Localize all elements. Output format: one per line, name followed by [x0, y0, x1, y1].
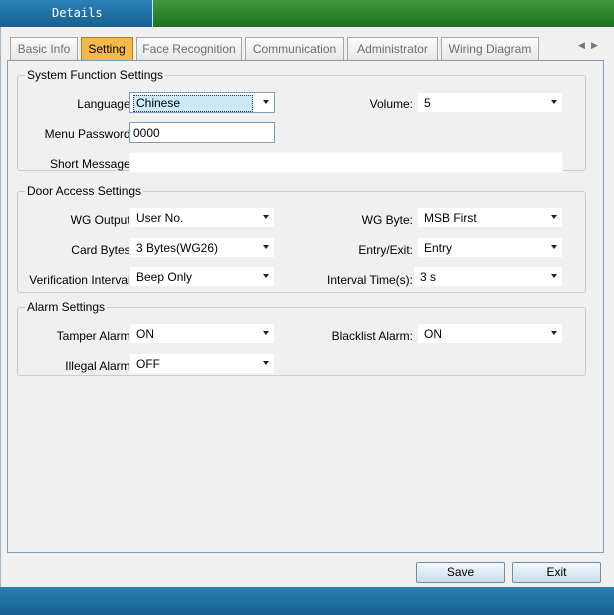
- entry-exit-value: Entry: [424, 241, 453, 255]
- language-label: Language:: [77, 97, 134, 111]
- tamper-alarm-value: ON: [136, 327, 154, 341]
- card-bytes-select[interactable]: 3 Bytes(WG26): [129, 237, 275, 258]
- wg-byte-select[interactable]: MSB First: [417, 207, 563, 228]
- chevron-down-icon: [263, 215, 269, 219]
- tab-face-recognition[interactable]: Face Recognition: [136, 37, 242, 60]
- menu-password-value: 0000: [133, 126, 160, 140]
- card-bytes-label: Card Bytes:: [71, 243, 134, 257]
- blacklist-alarm-label: Blacklist Alarm:: [331, 329, 413, 343]
- tab-scroll-right-icon[interactable]: ▶: [591, 40, 598, 51]
- chevron-down-icon: [263, 100, 269, 104]
- door-access-legend: Door Access Settings: [27, 184, 142, 198]
- window-title-tab: Details: [0, 0, 153, 27]
- tab-scroll-left-icon[interactable]: ◀: [578, 40, 585, 51]
- volume-value: 5: [424, 96, 431, 110]
- card-bytes-value: 3 Bytes(WG26): [136, 241, 219, 255]
- illegal-alarm-select[interactable]: OFF: [129, 353, 275, 374]
- save-button[interactable]: Save: [416, 562, 505, 583]
- menu-password-field[interactable]: 0000: [129, 122, 275, 143]
- tab-communication[interactable]: Communication: [245, 37, 344, 60]
- volume-select[interactable]: 5: [417, 92, 563, 113]
- tab-basic-info[interactable]: Basic Info: [10, 37, 78, 60]
- alarm-settings-group: Alarm Settings Tamper Alarm: ON Blacklis…: [17, 300, 586, 376]
- chevron-down-icon: [551, 331, 557, 335]
- tamper-alarm-label: Tamper Alarm:: [56, 329, 134, 343]
- alarm-settings-legend: Alarm Settings: [27, 300, 106, 314]
- tab-strip: Basic Info Setting Face Recognition Comm…: [8, 37, 604, 61]
- interval-time-select[interactable]: 3 s: [413, 266, 563, 287]
- chevron-down-icon: [551, 245, 557, 249]
- window-title: Details: [52, 6, 103, 20]
- window-footer: [0, 587, 614, 615]
- illegal-alarm-value: OFF: [136, 357, 160, 371]
- chevron-down-icon: [551, 100, 557, 104]
- blacklist-alarm-value: ON: [424, 327, 442, 341]
- tab-wiring-diagram[interactable]: Wiring Diagram: [441, 37, 539, 60]
- door-access-group: Door Access Settings WG Output: User No.…: [17, 184, 586, 293]
- short-message-field[interactable]: [129, 152, 563, 173]
- short-message-label: Short Message:: [49, 157, 134, 171]
- language-value: Chinese: [133, 95, 253, 112]
- verification-interval-label: Verification Interval:: [29, 273, 134, 287]
- language-select[interactable]: Chinese: [129, 92, 275, 113]
- title-bar: Details: [0, 0, 614, 27]
- wg-output-value: User No.: [136, 211, 184, 225]
- volume-label: Volume:: [369, 97, 413, 111]
- verification-interval-select[interactable]: Beep Only: [129, 266, 275, 287]
- wg-output-select[interactable]: User No.: [129, 207, 275, 228]
- chevron-down-icon: [551, 215, 557, 219]
- chevron-down-icon: [263, 331, 269, 335]
- chevron-down-icon: [551, 274, 557, 278]
- system-function-legend: System Function Settings: [27, 68, 164, 82]
- blacklist-alarm-select[interactable]: ON: [417, 323, 563, 344]
- settings-panel: System Function Settings Language: Chine…: [7, 60, 604, 553]
- chevron-down-icon: [263, 361, 269, 365]
- interval-time-label: Interval Time(s):: [326, 273, 413, 287]
- chevron-down-icon: [263, 274, 269, 278]
- tamper-alarm-select[interactable]: ON: [129, 323, 275, 344]
- exit-button[interactable]: Exit: [512, 562, 601, 583]
- tab-setting[interactable]: Setting: [81, 37, 133, 61]
- entry-exit-label: Entry/Exit:: [358, 243, 413, 257]
- wg-byte-label: WG Byte:: [361, 213, 413, 227]
- menu-password-label: Menu Password:: [44, 127, 134, 141]
- illegal-alarm-label: Illegal Alarm:: [65, 359, 134, 373]
- chevron-down-icon: [263, 245, 269, 249]
- entry-exit-select[interactable]: Entry: [417, 237, 563, 258]
- wg-output-label: WG Output:: [70, 213, 134, 227]
- system-function-group: System Function Settings Language: Chine…: [17, 68, 586, 173]
- tab-administrator[interactable]: Administrator: [347, 37, 438, 60]
- interval-time-value: 3 s: [420, 270, 437, 284]
- verification-interval-value: Beep Only: [136, 270, 193, 284]
- wg-byte-value: MSB First: [424, 211, 477, 225]
